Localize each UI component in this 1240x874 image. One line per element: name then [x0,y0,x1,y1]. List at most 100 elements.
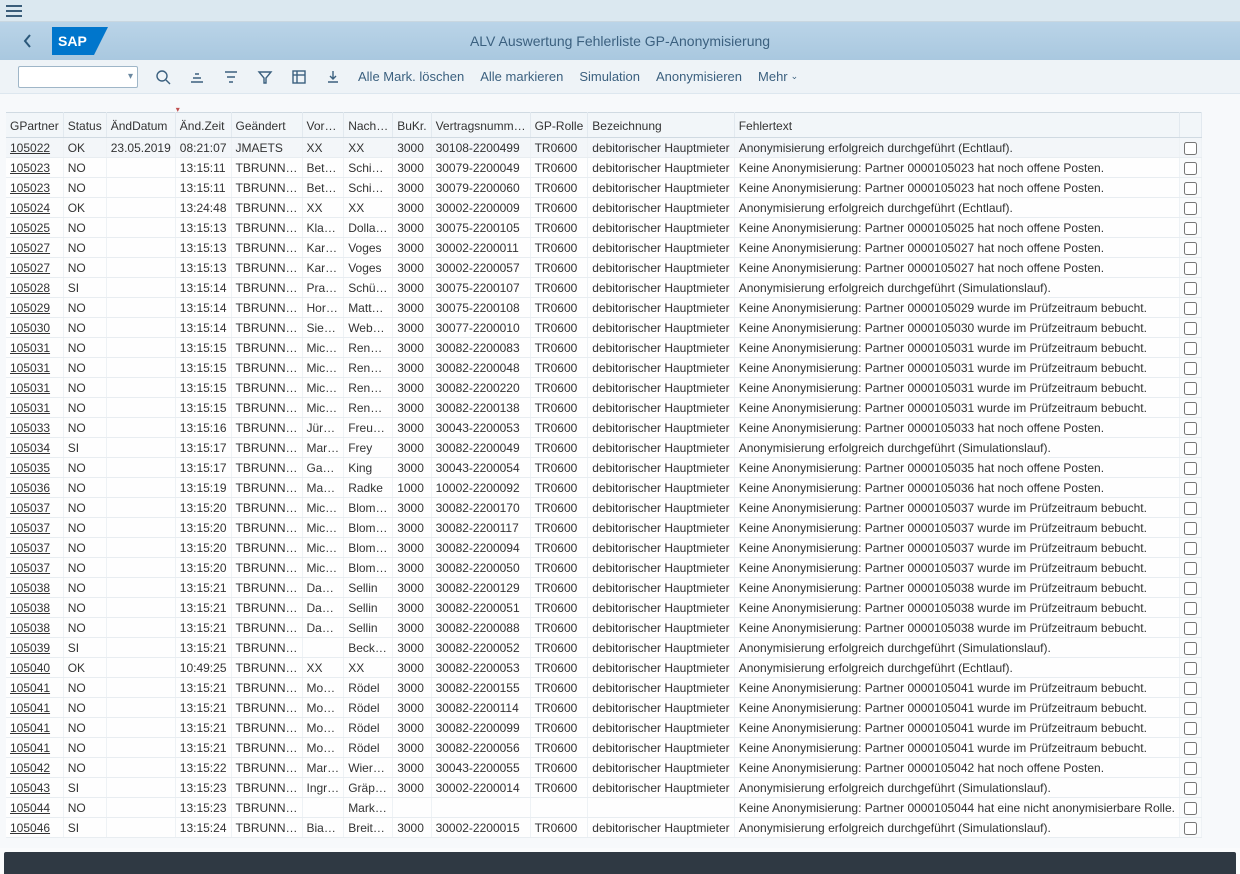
gpartner-link[interactable]: 105041 [10,721,50,735]
row-checkbox[interactable] [1184,762,1197,775]
col-nach[interactable]: Nach… [344,113,393,138]
row-checkbox[interactable] [1184,242,1197,255]
table-row[interactable]: 105027NO13:15:13TBRUNN…Kar…Voges30003000… [6,238,1201,258]
row-checkbox[interactable] [1184,382,1197,395]
col-andzeit[interactable]: Änd.Zeit [175,113,231,138]
download-icon[interactable] [324,68,342,86]
gpartner-link[interactable]: 105037 [10,501,50,515]
table-row[interactable]: 105027NO13:15:13TBRUNN…Kar…Voges30003000… [6,258,1201,278]
col-status[interactable]: Status [63,113,106,138]
gpartner-link[interactable]: 105040 [10,661,50,675]
table-row[interactable]: 105042NO13:15:22TBRUNN…Mar…Wier…30003004… [6,758,1201,778]
row-checkbox[interactable] [1184,702,1197,715]
row-checkbox[interactable] [1184,342,1197,355]
row-checkbox[interactable] [1184,282,1197,295]
table-row[interactable]: 105044NO13:15:23TBRUNN…Mark…Keine Anonym… [6,798,1201,818]
gpartner-link[interactable]: 105041 [10,741,50,755]
funnel-icon[interactable] [256,68,274,86]
table-row[interactable]: 105037NO13:15:20TBRUNN…Mic…Blom…30003008… [6,538,1201,558]
gpartner-link[interactable]: 105024 [10,201,50,215]
gpartner-link[interactable]: 105035 [10,461,50,475]
gpartner-link[interactable]: 105038 [10,581,50,595]
row-checkbox[interactable] [1184,782,1197,795]
gpartner-link[interactable]: 105038 [10,621,50,635]
table-settings-icon[interactable] [290,68,308,86]
gpartner-link[interactable]: 105037 [10,541,50,555]
table-row[interactable]: 105035NO13:15:17TBRUNN…Ga…King300030043-… [6,458,1201,478]
row-checkbox[interactable] [1184,602,1197,615]
table-row[interactable]: 105040OK10:49:25TBRUNN…XXXX300030082-220… [6,658,1201,678]
table-row[interactable]: 105024OK13:24:48TBRUNN…XXXX300030002-220… [6,198,1201,218]
col-bezeichnung[interactable]: Bezeichnung [588,113,734,138]
gpartner-link[interactable]: 105042 [10,761,50,775]
row-checkbox[interactable] [1184,682,1197,695]
row-checkbox[interactable] [1184,502,1197,515]
table-row[interactable]: 105036NO13:15:19TBRUNN…Ma…Radke100010002… [6,478,1201,498]
gpartner-link[interactable]: 105037 [10,521,50,535]
table-row[interactable]: 105030NO13:15:14TBRUNN…Sie…Web…300030077… [6,318,1201,338]
table-row[interactable]: 105031NO13:15:15TBRUNN…Mic…Ren…300030082… [6,358,1201,378]
col-bukr[interactable]: BuKr. [393,113,431,138]
col-gpartner[interactable]: GPartner [6,113,63,138]
table-row[interactable]: 105038NO13:15:21TBRUNN…Da…Sellin30003008… [6,618,1201,638]
row-checkbox[interactable] [1184,262,1197,275]
gpartner-link[interactable]: 105039 [10,641,50,655]
col-vor[interactable]: Vor… [302,113,344,138]
back-button[interactable] [12,28,44,54]
row-checkbox[interactable] [1184,642,1197,655]
col-vertrag[interactable]: Vertragsnumm… [431,113,530,138]
row-checkbox[interactable] [1184,822,1197,835]
row-checkbox[interactable] [1184,362,1197,375]
table-row[interactable]: 105022OK23.05.201908:21:07JMAETSXXXX3000… [6,138,1201,158]
gpartner-link[interactable]: 105029 [10,301,50,315]
row-checkbox[interactable] [1184,522,1197,535]
row-checkbox[interactable] [1184,722,1197,735]
row-checkbox[interactable] [1184,582,1197,595]
search-icon[interactable] [154,68,172,86]
table-row[interactable]: 105033NO13:15:16TBRUNN…Jür…Freu…30003004… [6,418,1201,438]
table-row[interactable]: 105043SI13:15:23TBRUNN…Ingr…Gräp…3000300… [6,778,1201,798]
table-row[interactable]: 105037NO13:15:20TBRUNN…Mic…Blom…30003008… [6,558,1201,578]
row-checkbox[interactable] [1184,542,1197,555]
row-checkbox[interactable] [1184,562,1197,575]
gpartner-link[interactable]: 105025 [10,221,50,235]
row-checkbox[interactable] [1184,462,1197,475]
row-checkbox[interactable] [1184,302,1197,315]
row-checkbox[interactable] [1184,622,1197,635]
selection-dropdown[interactable]: ▾ [18,66,138,88]
table-row[interactable]: 105038NO13:15:21TBRUNN…Da…Sellin30003008… [6,578,1201,598]
mark-all-link[interactable]: Alle markieren [480,69,563,84]
table-row[interactable]: 105023NO13:15:11TBRUNN…Bet…Schi…30003007… [6,158,1201,178]
row-checkbox[interactable] [1184,742,1197,755]
table-row[interactable]: 105028SI13:15:14TBRUNN…Pra…Schü…30003007… [6,278,1201,298]
gpartner-link[interactable]: 105023 [10,161,50,175]
row-checkbox[interactable] [1184,422,1197,435]
row-checkbox[interactable] [1184,182,1197,195]
table-row[interactable]: 105034SI13:15:17TBRUNN…Mar…Frey300030082… [6,438,1201,458]
gpartner-link[interactable]: 105023 [10,181,50,195]
gpartner-link[interactable]: 105041 [10,701,50,715]
simulation-link[interactable]: Simulation [579,69,640,84]
gpartner-link[interactable]: 105028 [10,281,50,295]
table-row[interactable]: 105029NO13:15:14TBRUNN…Hor…Matt…30003007… [6,298,1201,318]
gpartner-link[interactable]: 105041 [10,681,50,695]
row-checkbox[interactable] [1184,802,1197,815]
clear-marks-link[interactable]: Alle Mark. löschen [358,69,464,84]
row-checkbox[interactable] [1184,402,1197,415]
table-row[interactable]: 105038NO13:15:21TBRUNN…Da…Sellin30003008… [6,598,1201,618]
table-row[interactable]: 105039SI13:15:21TBRUNN…Beck…300030082-22… [6,638,1201,658]
gpartner-link[interactable]: 105038 [10,601,50,615]
gpartner-link[interactable]: 105030 [10,321,50,335]
gpartner-link[interactable]: 105046 [10,821,50,835]
table-row[interactable]: 105023NO13:15:11TBRUNN…Bet…Schi…30003007… [6,178,1201,198]
row-checkbox[interactable] [1184,162,1197,175]
more-menu[interactable]: Mehr⌄ [758,69,798,84]
col-anddatum[interactable]: ÄndDatum [106,113,175,138]
row-checkbox[interactable] [1184,482,1197,495]
row-checkbox[interactable] [1184,222,1197,235]
table-row[interactable]: 105041NO13:15:21TBRUNN…Mo…Rödel300030082… [6,678,1201,698]
hamburger-menu-icon[interactable] [6,5,22,17]
gpartner-link[interactable]: 105031 [10,401,50,415]
filter-icon[interactable] [222,68,240,86]
table-row[interactable]: 105031NO13:15:15TBRUNN…Mic…Ren…300030082… [6,378,1201,398]
